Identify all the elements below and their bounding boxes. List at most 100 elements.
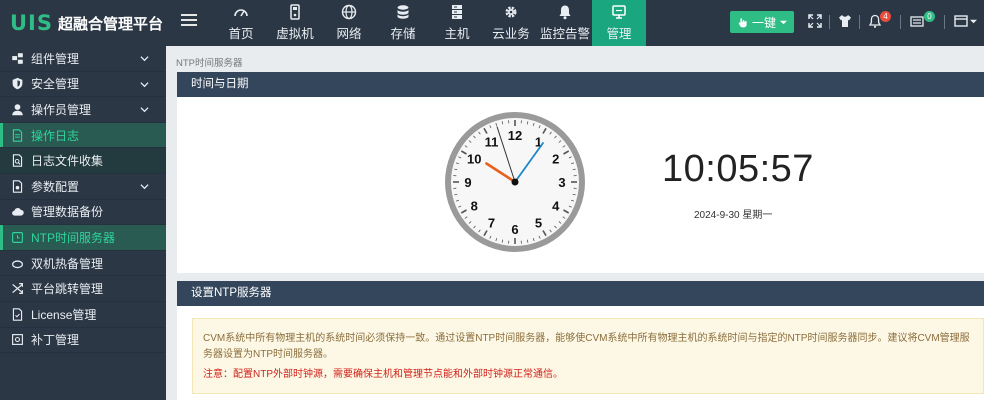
menu-toggle-icon[interactable]	[181, 14, 197, 28]
caret-down-icon	[780, 20, 787, 24]
sidebar-item-license[interactable]: License管理	[0, 302, 166, 328]
clock-icon	[12, 232, 23, 243]
license-icon	[12, 307, 23, 321]
monitor-icon	[612, 5, 626, 19]
hand-icon	[738, 17, 747, 27]
settings-doc-icon	[12, 180, 23, 193]
server-icon	[452, 5, 462, 19]
gear-icon	[505, 6, 517, 18]
main-nav: 首页 虚拟机 网络 存储 主机 云业务 监控告警 管理	[214, 0, 646, 51]
nav-label: 存储	[390, 27, 416, 41]
nav-label: 监控告警	[539, 27, 590, 41]
user-icon	[12, 104, 23, 116]
bell-icon	[559, 5, 571, 20]
caret-down-icon[interactable]	[970, 18, 977, 25]
nav-item-vm[interactable]: 虚拟机	[268, 0, 322, 46]
sidebar-item-label: License管理	[31, 307, 97, 322]
logo-mark: UIS	[10, 11, 53, 35]
task-count-badge: 0	[924, 11, 935, 22]
fullscreen-icon[interactable]	[807, 13, 823, 29]
app-title: 超融合管理平台	[58, 15, 164, 33]
nav-item-network[interactable]: 网络	[322, 0, 376, 46]
nav-item-manage[interactable]: 管理	[592, 0, 646, 51]
sidebar-item-components[interactable]: 组件管理	[0, 46, 166, 72]
sidebar-item-platform-jump[interactable]: 平台跳转管理	[0, 276, 166, 302]
onekey-label: 一键	[751, 15, 776, 30]
components-icon	[12, 53, 23, 64]
vm-icon	[290, 4, 300, 20]
globe-icon	[341, 4, 357, 20]
ntp-panel-header: 设置NTP服务器	[177, 281, 984, 306]
chevron-down-icon	[140, 81, 149, 87]
app-logo[interactable]: UIS 超融合管理平台	[10, 10, 163, 36]
sync-icon	[11, 260, 24, 268]
doc-search-icon	[12, 154, 23, 167]
ntp-notice: CVM系统中所有物理主机的系统时间必须保持一致。通过设置NTP时间服务器，能够使…	[192, 318, 984, 394]
sidebar-item-label: 补丁管理	[31, 333, 80, 348]
top-bar: UIS 超融合管理平台 首页 虚拟机 网络 存储 主机 云业务 监控告警 管理 …	[0, 0, 984, 51]
nav-item-storage[interactable]: 存储	[376, 0, 430, 46]
clock-number: 9	[464, 175, 471, 190]
nav-item-monitor[interactable]: 监控告警	[538, 0, 592, 46]
chevron-down-icon	[140, 107, 149, 113]
sidebar-item-backup[interactable]: 管理数据备份	[0, 200, 166, 226]
clock-number: 12	[508, 128, 522, 143]
chevron-down-icon	[140, 184, 149, 190]
clock-number: 10	[467, 152, 481, 167]
nav-item-home[interactable]: 首页	[214, 0, 268, 46]
chevron-down-icon	[140, 56, 149, 62]
notice-text: CVM系统中所有物理主机的系统时间必须保持一致。通过设置NTP时间服务器，能够使…	[203, 333, 970, 360]
shuffle-icon	[12, 283, 23, 295]
digital-time: 10:05:57	[662, 148, 814, 190]
sidebar-item-hot-standby[interactable]: 双机热备管理	[0, 251, 166, 277]
clock-number: 4	[552, 199, 560, 214]
toolbar-divider	[944, 15, 945, 29]
date-text: 2024-9-30 星期一	[694, 210, 773, 221]
clock-number: 2	[552, 152, 559, 167]
onekey-button[interactable]: 一键	[730, 11, 794, 33]
clock-number: 3	[558, 175, 565, 190]
window-icon[interactable]	[953, 13, 969, 29]
sidebar-item-patch[interactable]: 补丁管理	[0, 328, 166, 354]
time-panel-header: 时间与日期	[177, 72, 984, 97]
analog-clock: 12 1234567891011	[445, 112, 585, 252]
clock-number: 11	[485, 134, 499, 149]
breadcrumb: NTP时间服务器	[176, 58, 243, 69]
sidebar: 组件管理 安全管理 操作员管理 操作日志 日志文件收集 参数配置 管理数据备份 …	[0, 46, 166, 400]
patch-icon	[12, 334, 23, 346]
sidebar-item-label: 参数配置	[31, 179, 80, 194]
nav-label: 云业务	[492, 27, 530, 41]
shirt-icon[interactable]	[837, 13, 853, 29]
dashboard-icon	[234, 9, 248, 17]
sidebar-item-label: NTP时间服务器	[31, 230, 116, 245]
database-icon	[397, 5, 409, 19]
warning-text: 注意：配置NTP外部时钟源，需要确保主机和管理节点能和外部时钟源正常通信。	[203, 369, 563, 380]
nav-label: 管理	[606, 27, 632, 41]
nav-item-cloud[interactable]: 云业务	[484, 0, 538, 46]
clock-number: 6	[511, 222, 518, 237]
sidebar-item-label: 安全管理	[31, 77, 80, 92]
toolbar-divider	[859, 15, 860, 29]
clock-number: 5	[535, 216, 542, 231]
sidebar-item-operators[interactable]: 操作员管理	[0, 97, 166, 123]
sidebar-item-label: 操作日志	[31, 128, 80, 143]
sidebar-item-label: 操作员管理	[31, 102, 92, 117]
sidebar-item-security[interactable]: 安全管理	[0, 72, 166, 98]
sidebar-item-operation-log[interactable]: 操作日志	[0, 122, 166, 149]
nav-label: 虚拟机	[276, 27, 314, 41]
sidebar-item-label: 组件管理	[31, 51, 80, 66]
sidebar-item-ntp[interactable]: NTP时间服务器	[0, 225, 166, 251]
clock-number: 7	[488, 216, 495, 231]
toolbar-divider	[900, 15, 901, 29]
sidebar-item-label: 日志文件收集	[31, 154, 104, 169]
sidebar-item-parameters[interactable]: 参数配置	[0, 174, 166, 200]
shield-icon	[12, 78, 23, 90]
sidebar-item-log-collection[interactable]: 日志文件收集	[0, 148, 166, 174]
nav-label: 网络	[336, 27, 362, 41]
task-list-icon[interactable]	[909, 13, 925, 29]
nav-item-host[interactable]: 主机	[430, 0, 484, 46]
nav-label: 首页	[228, 27, 254, 41]
alert-count-badge: 4	[880, 11, 891, 22]
nav-label: 主机	[444, 27, 470, 41]
clock-center	[511, 178, 519, 186]
